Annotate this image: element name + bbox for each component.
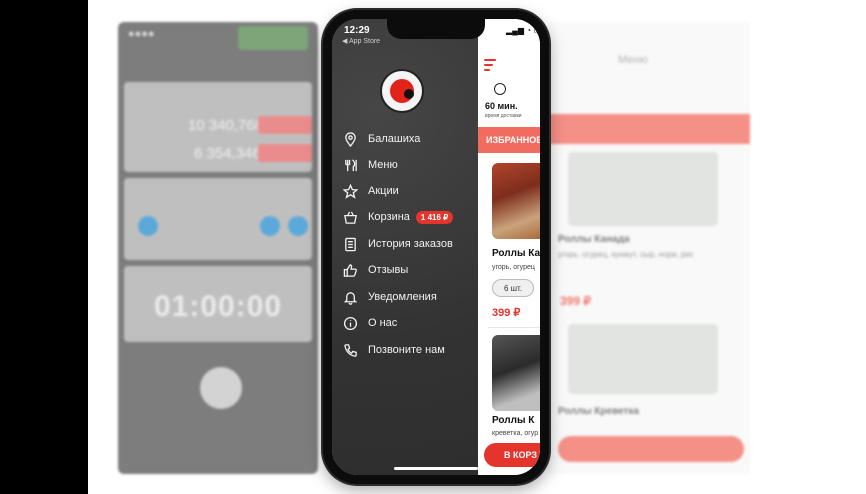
menu-item-reviews[interactable]: Отзывы	[340, 260, 408, 280]
phone-notch	[387, 19, 485, 39]
divider	[488, 327, 540, 328]
document-icon	[340, 236, 360, 252]
bg-product-image	[568, 152, 718, 226]
menu-item-label: Позвоните нам	[368, 344, 445, 356]
bg-timer: 01:00:00	[154, 290, 283, 323]
menu-item-promotions[interactable]: Акции	[340, 181, 399, 201]
quantity-option[interactable]: 6 шт.	[492, 279, 534, 297]
home-indicator	[394, 467, 478, 470]
menu-item-cart[interactable]: Корзина 1 416 ₽	[340, 207, 454, 227]
background-phone-left: ●●●● 10 340,768 6 354,346 01:00:00	[118, 22, 318, 474]
product-name: Роллы Ка	[492, 248, 540, 259]
product-description: угорь, огурец	[492, 264, 535, 271]
product-name: Роллы К	[492, 415, 535, 426]
bg-product-image	[568, 324, 718, 394]
location-pin-icon	[340, 131, 360, 147]
bg-amount-2: 6 354,346	[194, 145, 261, 162]
bg-red-bar	[548, 114, 750, 144]
menu-item-label: История заказов	[368, 238, 453, 250]
menu-item-label: Акции	[368, 185, 399, 197]
add-to-cart-button[interactable]: В КОРЗ	[484, 443, 540, 467]
menu-item-notifications[interactable]: Уведомления	[340, 287, 437, 307]
menu-item-about[interactable]: О нас	[340, 313, 397, 333]
menu-item-label: Корзина	[368, 211, 410, 223]
main-content: ▂▄▆ ◔ ▭ 60 мин. время доставки ИЗБРАННОЕ…	[478, 19, 540, 475]
phone-icon	[340, 342, 360, 358]
stopwatch-icon	[494, 83, 506, 95]
cart-total-badge: 1 416 ₽	[415, 210, 454, 224]
product-image[interactable]	[492, 335, 540, 411]
status-back-link[interactable]: ◀ App Store	[342, 37, 380, 45]
menu-item-city[interactable]: Балашиха	[340, 129, 420, 149]
menu-item-menu[interactable]: Меню	[340, 155, 398, 175]
menu-item-label: Балашиха	[368, 133, 421, 145]
product-description: креветка, огур	[492, 430, 539, 437]
basket-icon	[340, 209, 360, 225]
product-price: 399 ₽	[492, 307, 521, 319]
status-icons: ▂▄▆ ◔ ▭	[506, 26, 540, 35]
bg-green-banner	[238, 26, 308, 50]
bg-product-desc: угорь, огурец, кунжут, сыр, нори, рис	[558, 250, 694, 259]
bg-amount-1: 10 340,768	[188, 117, 264, 134]
phone-screen: 12:29 ◀ App Store Балашиха Меню Акции Ко…	[332, 19, 540, 475]
bg-menu-title: Меню	[618, 54, 648, 66]
bg-blue-icon	[260, 216, 280, 236]
delivery-time: 60 мин.	[485, 101, 518, 111]
black-border	[0, 0, 88, 494]
menu-item-label: Меню	[368, 159, 398, 171]
logo-yin-yang-dot	[404, 89, 414, 99]
restaurant-logo	[380, 69, 424, 113]
menu-item-order-history[interactable]: История заказов	[340, 234, 453, 254]
star-icon	[340, 183, 360, 199]
hamburger-menu-icon[interactable]	[484, 59, 496, 74]
phone-frame: 12:29 ◀ App Store Балашиха Меню Акции Ко…	[323, 10, 549, 484]
bg-blue-icon	[138, 216, 158, 236]
bg-blue-icon	[288, 216, 308, 236]
bg-status: ●●●●	[128, 28, 155, 40]
bg-red-button	[258, 116, 312, 134]
cutlery-icon	[340, 157, 360, 173]
bg-circle-button	[200, 367, 242, 409]
thumbs-up-icon	[340, 262, 360, 278]
menu-item-label: Уведомления	[368, 291, 437, 303]
background-phone-right: Меню Роллы Канада угорь, огурец, кунжут,…	[548, 22, 750, 474]
status-time: 12:29	[344, 25, 370, 36]
menu-item-label: О нас	[368, 317, 398, 329]
bell-icon	[340, 289, 360, 305]
product-image[interactable]	[492, 163, 540, 239]
bg-product-price: 399 ₽	[560, 294, 591, 308]
delivery-time-label: время доставки	[485, 113, 522, 119]
bg-product-name: Роллы Канада	[558, 234, 630, 245]
menu-item-label: Отзывы	[368, 264, 409, 276]
bg-red-button	[258, 144, 312, 162]
bg-add-button	[558, 436, 744, 462]
logo-red-circle	[390, 79, 414, 103]
side-menu: 12:29 ◀ App Store Балашиха Меню Акции Ко…	[332, 19, 478, 475]
menu-item-call-us[interactable]: Позвоните нам	[340, 340, 445, 360]
info-icon	[340, 315, 360, 331]
bg-product-name: Роллы Креветка	[558, 406, 639, 417]
favorites-bar[interactable]: ИЗБРАННОЕ	[478, 127, 540, 153]
